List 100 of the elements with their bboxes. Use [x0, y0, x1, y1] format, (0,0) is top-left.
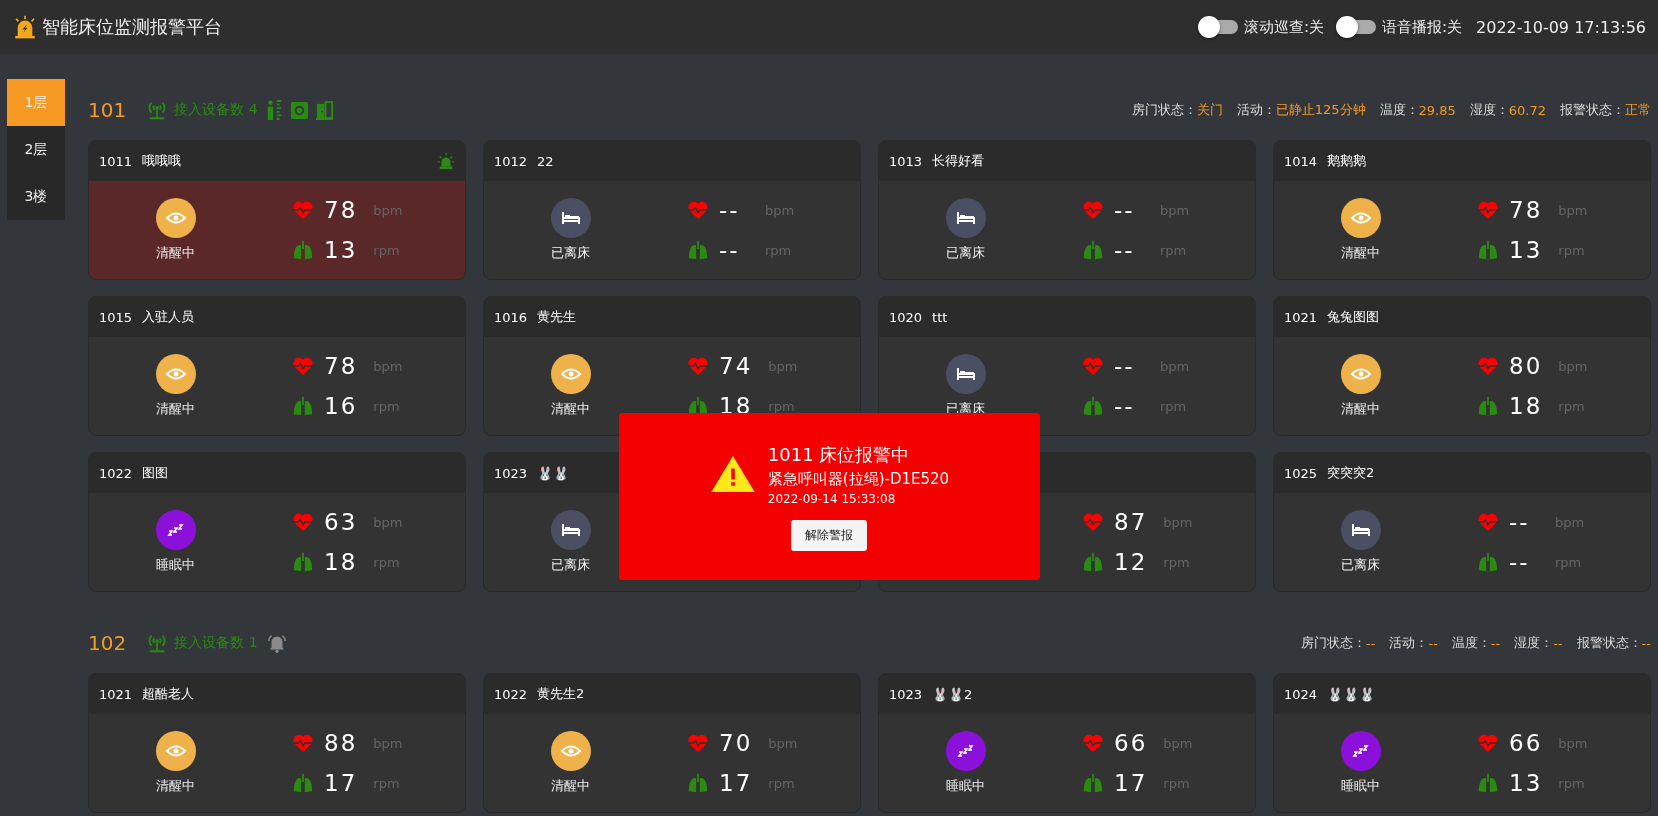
state-label: 清醒中 — [156, 400, 195, 418]
heart-rate-icon — [292, 356, 314, 376]
lungs-icon — [1082, 395, 1104, 417]
bed-number: 1013 — [889, 153, 923, 169]
lungs-icon — [687, 772, 709, 794]
respiration-value: 18 — [324, 549, 358, 575]
bed-number: 1023 — [494, 465, 528, 481]
stat-value: 60.72 — [1508, 102, 1546, 118]
stat-label: 温度： — [1451, 634, 1491, 652]
stat-label: 活动： — [1236, 101, 1276, 119]
state-label: 已离床 — [551, 244, 590, 262]
respiration-value: -- — [1114, 393, 1136, 419]
room-number: 101 — [88, 98, 127, 122]
bed-number: 1022 — [99, 465, 133, 481]
lungs-icon — [292, 239, 314, 261]
state-label: 睡眠中 — [156, 556, 195, 574]
heart-rate-icon — [292, 512, 314, 532]
resident-name: 🐰🐰🐰 — [1327, 686, 1376, 702]
stat-label: 温度： — [1379, 101, 1419, 119]
heart-rate-value: 74 — [719, 353, 753, 379]
stat-label: 报警状态： — [1576, 634, 1642, 652]
stat-value: 已静止125分钟 — [1275, 101, 1366, 119]
heart-rate-icon — [1082, 200, 1104, 220]
resident-name: 突突突2 — [1327, 464, 1375, 482]
bed-number: 1023 — [889, 686, 923, 702]
state-label: 已离床 — [1341, 556, 1380, 574]
heart-rate-icon — [292, 200, 314, 220]
unit-label: bpm — [373, 202, 403, 218]
heart-rate-value: 87 — [1114, 509, 1148, 535]
state-label: 清醒中 — [156, 777, 195, 795]
bed-number: 1022 — [494, 686, 528, 702]
resident-name: 入驻人员 — [142, 308, 195, 326]
heart-rate-icon — [687, 733, 709, 753]
resident-name: 图图 — [142, 464, 169, 482]
heart-rate-value: -- — [719, 197, 741, 223]
bed-number: 1015 — [99, 309, 133, 325]
siren-icon — [12, 14, 38, 40]
state-label: 清醒中 — [1341, 400, 1380, 418]
heart-rate-icon — [687, 356, 709, 376]
lungs-icon — [1477, 395, 1499, 417]
stat-value: -- — [1428, 635, 1438, 651]
respiration-value: 17 — [719, 770, 753, 796]
lungs-icon — [1082, 551, 1104, 573]
respiration-value: 13 — [1509, 237, 1543, 263]
resident-name: 🐰🐰2 — [932, 686, 973, 702]
unit-label: rpm — [373, 242, 400, 258]
respiration-value: -- — [719, 237, 741, 263]
lungs-icon — [687, 239, 709, 261]
lungs-icon — [1082, 239, 1104, 261]
bed-number: 1014 — [1284, 153, 1318, 169]
stat-value: -- — [1641, 635, 1651, 651]
stat-label: 湿度： — [1469, 101, 1509, 119]
resident-name: 鹅鹅鹅 — [1327, 152, 1367, 170]
heart-rate-icon — [292, 733, 314, 753]
bed-number: 1012 — [494, 153, 528, 169]
warning-icon — [709, 455, 756, 493]
respiration-value: -- — [1509, 549, 1531, 575]
respiration-value: 17 — [1114, 770, 1148, 796]
heart-rate-value: 78 — [324, 353, 358, 379]
stat-value: 关门 — [1196, 101, 1223, 119]
floor-tab[interactable]: 3楼 — [7, 173, 65, 220]
heart-rate-icon — [1477, 733, 1499, 753]
heart-rate-value: -- — [1509, 509, 1531, 535]
resident-name: ttt — [932, 309, 948, 325]
heart-rate-value: 80 — [1509, 353, 1543, 379]
state-label: 已离床 — [551, 556, 590, 574]
datetime: 2022-10-09 17:13:56 — [1476, 17, 1646, 37]
lungs-icon — [292, 395, 314, 417]
bed-number: 1011 — [99, 153, 133, 169]
respiration-value: -- — [1114, 237, 1136, 263]
lungs-icon — [1477, 772, 1499, 794]
respiration-value: 12 — [1114, 549, 1148, 575]
app-title: 智能床位监测报警平台 — [42, 15, 222, 39]
state-label: 已离床 — [946, 244, 985, 262]
lungs-icon — [1477, 551, 1499, 573]
floor-tab[interactable]: 2层 — [7, 126, 65, 173]
resident-name: 🐰🐰 — [537, 465, 570, 481]
toggle-label: 语音播报:关 — [1382, 17, 1463, 37]
stat-label: 湿度： — [1514, 634, 1554, 652]
stat-value: -- — [1490, 635, 1501, 651]
heart-rate-value: 63 — [324, 509, 358, 535]
heart-rate-value: 70 — [719, 730, 753, 756]
respiration-value: 18 — [1509, 393, 1543, 419]
heart-rate-icon — [1477, 512, 1499, 532]
respiration-value: 16 — [324, 393, 358, 419]
heart-rate-icon — [1082, 356, 1104, 376]
stat-label: 房门状态： — [1301, 634, 1367, 652]
stat-value: -- — [1553, 635, 1563, 651]
device-count: 接入设备数 1 — [174, 634, 258, 652]
resident-name: 黄先生2 — [537, 685, 585, 703]
bed-card[interactable]: 1011 哦哦哦 清醒中 78 bpm 13 rpm — [88, 140, 466, 280]
state-label: 睡眠中 — [1341, 777, 1380, 795]
lungs-icon — [1477, 239, 1499, 261]
toggle-label: 滚动巡查:关 — [1243, 17, 1324, 37]
stat-label: 活动： — [1389, 634, 1429, 652]
door-icon — [314, 100, 334, 120]
state-label: 清醒中 — [551, 777, 590, 795]
dismiss-alarm-button[interactable]: 解除警报 — [791, 519, 868, 551]
bed-number: 1021 — [99, 686, 133, 702]
stat-label: 报警状态： — [1560, 101, 1625, 119]
